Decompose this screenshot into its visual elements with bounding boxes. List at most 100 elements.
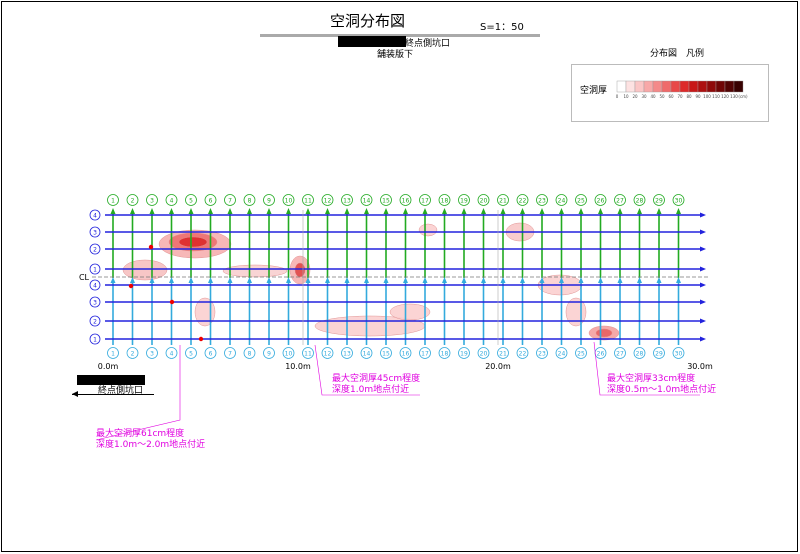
col-number-bottom-2: 2: [131, 351, 135, 358]
col-arrow-bottom-17: [422, 277, 428, 283]
legend-tick-3: 30: [641, 94, 647, 99]
row-arrow-top-3: [700, 266, 706, 272]
col-arrow-top-29: [656, 208, 662, 214]
col-arrow-bottom-21: [500, 277, 506, 283]
col-number-top-2: 2: [131, 198, 135, 205]
col-arrow-top-6: [208, 208, 213, 214]
legend-tick-0: 0: [616, 94, 619, 99]
col-arrow-top-19: [461, 208, 467, 214]
col-number-top-21: 21: [499, 198, 507, 205]
col-number-top-26: 26: [597, 198, 605, 205]
legend-tick-12: 120: [721, 94, 729, 99]
col-number-top-28: 28: [636, 198, 644, 205]
col-arrow-top-20: [481, 208, 486, 214]
row-arrow-bottom-0: [700, 282, 706, 288]
annotation-1-leader: [95, 345, 181, 441]
col-number-top-30: 30: [675, 198, 683, 205]
col-number-top-5: 5: [189, 198, 193, 205]
measure-marker-0: [148, 244, 154, 250]
col-number-bottom-1: 1: [111, 351, 115, 358]
col-number-bottom-7: 7: [228, 351, 232, 358]
col-number-top-12: 12: [324, 198, 332, 205]
col-arrow-top-28: [637, 208, 642, 214]
col-number-bottom-21: 21: [499, 351, 507, 358]
row-arrow-top-2: [700, 246, 706, 252]
col-number-bottom-9: 9: [267, 351, 271, 358]
col-arrow-top-17: [422, 208, 428, 214]
col-arrow-bottom-28: [637, 277, 642, 283]
legend-swatch-8: [688, 80, 699, 93]
measure-marker-2: [169, 299, 175, 305]
col-number-bottom-10: 10: [285, 351, 293, 358]
legend-tick-14: (cm): [738, 94, 748, 99]
cavity-blob-15: [595, 328, 613, 338]
col-number-bottom-3: 3: [150, 351, 154, 358]
row-number-bottom-2: 2: [93, 319, 97, 326]
col-arrow-top-1: [110, 208, 116, 214]
col-number-bottom-16: 16: [402, 351, 410, 358]
col-arrow-top-15: [383, 208, 389, 214]
col-arrow-top-13: [344, 208, 350, 214]
legend-tick-4: 40: [650, 94, 656, 99]
col-arrow-bottom-9: [266, 277, 272, 283]
row-number-bottom-1: 3: [93, 300, 97, 307]
col-arrow-bottom-16: [403, 277, 408, 283]
cavity-blob-9: [389, 303, 431, 321]
col-number-top-15: 15: [382, 198, 390, 205]
col-arrow-top-2: [130, 208, 135, 214]
col-arrow-top-3: [149, 208, 155, 214]
cavity-blob-4: [222, 264, 288, 278]
col-number-bottom-15: 15: [382, 351, 390, 358]
legend-swatch-10: [706, 80, 717, 93]
legend-tick-1: 10: [623, 94, 629, 99]
col-arrow-top-9: [266, 208, 272, 214]
col-number-bottom-27: 27: [616, 351, 624, 358]
col-arrow-bottom-10: [286, 277, 291, 283]
legend-tick-11: 110: [712, 94, 720, 99]
legend-swatch-2: [634, 80, 645, 93]
cavity-blob-6: [294, 262, 306, 278]
col-arrow-top-12: [325, 208, 330, 214]
measure-marker-1: [128, 283, 134, 289]
annotation-3-leader: [593, 341, 700, 396]
col-number-bottom-17: 17: [421, 351, 429, 358]
col-number-bottom-4: 4: [170, 351, 174, 358]
col-arrow-top-25: [578, 208, 584, 214]
row-number-top-3: 1: [93, 267, 97, 274]
legend-swatch-7: [679, 80, 690, 93]
col-arrow-top-11: [305, 208, 311, 214]
legend-swatch-12: [724, 80, 735, 93]
col-arrow-bottom-8: [247, 277, 252, 283]
legend-tick-7: 70: [677, 94, 683, 99]
col-number-bottom-20: 20: [480, 351, 488, 358]
col-arrow-bottom-18: [442, 277, 447, 283]
legend-swatch-1: [625, 80, 636, 93]
measure-marker-3: [198, 336, 204, 342]
col-arrow-bottom-6: [208, 277, 213, 283]
col-number-top-6: 6: [209, 198, 213, 205]
col-number-top-20: 20: [480, 198, 488, 205]
col-arrow-top-5: [188, 208, 194, 214]
col-number-bottom-18: 18: [441, 351, 449, 358]
cl-label: CL: [79, 273, 90, 282]
distance-label-0: 0.0m: [98, 362, 119, 371]
distance-label-2: 20.0m: [485, 362, 511, 371]
distance-label-3: 30.0m: [687, 362, 713, 371]
col-number-bottom-26: 26: [597, 351, 605, 358]
col-arrow-top-4: [169, 208, 174, 214]
col-number-bottom-12: 12: [324, 351, 332, 358]
row-arrow-top-0: [700, 212, 706, 218]
col-arrow-top-18: [442, 208, 447, 214]
distance-label-1: 10.0m: [285, 362, 311, 371]
legend-tick-8: 80: [686, 94, 692, 99]
col-number-bottom-11: 11: [304, 351, 312, 358]
col-number-bottom-23: 23: [538, 351, 546, 358]
col-number-top-4: 4: [170, 198, 174, 205]
col-number-top-1: 1: [111, 198, 115, 205]
col-arrow-top-22: [520, 208, 525, 214]
legend-tick-9: 90: [695, 94, 701, 99]
col-arrow-top-8: [247, 208, 252, 214]
col-number-top-24: 24: [558, 198, 566, 205]
cavity-blob-10: [418, 223, 438, 237]
col-arrow-top-14: [364, 208, 369, 214]
